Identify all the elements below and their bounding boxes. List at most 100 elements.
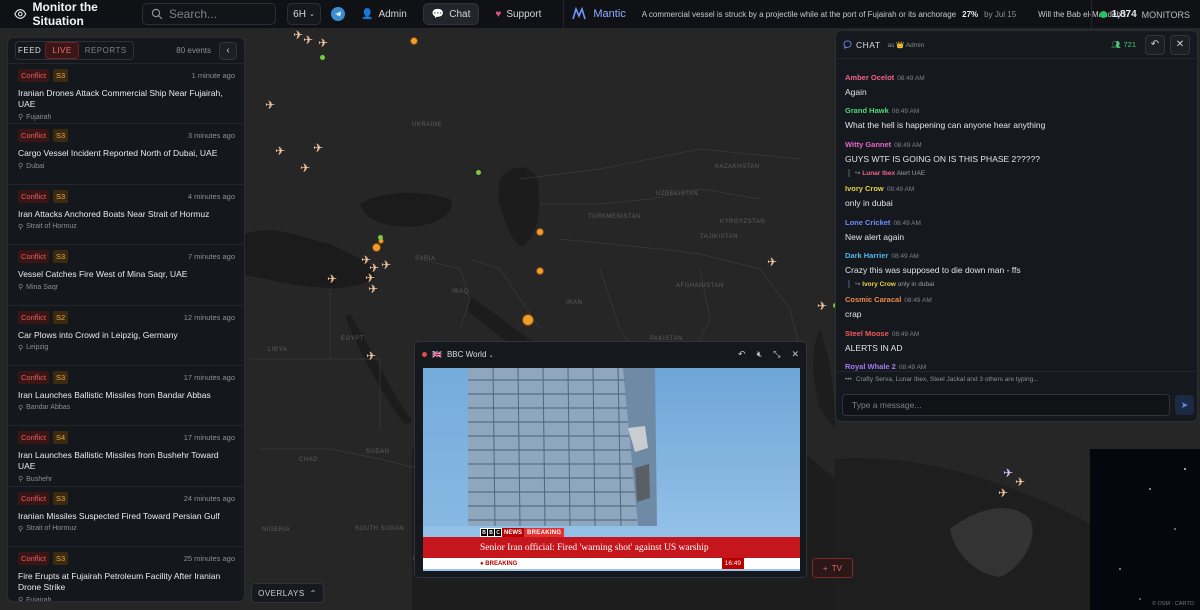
add-tv-button[interactable]: + TV [812,558,853,578]
event-meta: Conflict S2 12 minutes ago [18,310,235,324]
status-marker[interactable] [378,235,383,240]
message-author[interactable]: Ivory Crow [845,184,884,193]
feed-event-item[interactable]: Conflict S2 12 minutes ago Car Plows into C… [8,306,244,366]
aircraft-icon[interactable]: ✈ [381,259,391,271]
event-marker[interactable] [410,37,418,45]
mantic-logo-icon [572,7,587,20]
refresh-chat-button[interactable]: ↶ [1145,34,1165,55]
aircraft-icon[interactable]: ✈ [318,37,328,49]
event-marker[interactable] [372,243,381,252]
event-meta: Conflict S3 7 minutes ago [18,250,235,264]
search-input[interactable] [169,7,269,21]
time-range-select[interactable]: 6H ⌄ [287,3,321,25]
feed-event-item[interactable]: Conflict S3 25 minutes ago Fire Erupts at F… [8,547,244,602]
message-author[interactable]: Cosmic Caracal [845,295,901,304]
close-chat-button[interactable]: ✕ [1170,34,1190,55]
mute-icon[interactable]: 🔇︎ [757,349,763,360]
app-brand[interactable]: Monitor the Situation [0,0,140,28]
event-marker[interactable] [536,267,544,275]
feed-event-item[interactable]: Conflict S3 4 minutes ago Iran Attacks Anch… [8,185,244,246]
aircraft-icon[interactable]: ✈ [265,99,275,111]
tv-video[interactable]: BBC NEWS BREAKING Senior Iran official: … [423,368,800,571]
news-tag: NEWS [502,528,524,537]
event-location-name: Leipzig [26,344,49,352]
chat-label: Chat [449,8,471,20]
message-text: What the hell is happening can anyone he… [845,120,1046,131]
aircraft-icon[interactable]: ✈ [998,487,1008,499]
event-marker[interactable] [536,228,544,236]
message-author[interactable]: Steel Moose [845,329,889,338]
feed-event-item[interactable]: Conflict S3 17 minutes ago Iran Launches Ba… [8,366,244,427]
message-compose[interactable] [842,394,1170,416]
aircraft-icon[interactable]: ✈ [313,142,323,154]
event-title: Fire Erupts at Fujairah Petroleum Facili… [18,571,221,593]
online-dot-icon [1099,11,1107,18]
event-location-name: Fujairah [26,596,52,602]
uk-flag-icon: 🇬🇧 [432,349,442,359]
aircraft-icon[interactable]: ✈ [293,29,303,41]
support-button[interactable]: ♥ Support [487,3,549,25]
feed-event-item[interactable]: Conflict S3 3 minutes ago Cargo Vessel Inci… [8,124,244,185]
feed-event-item[interactable]: Conflict S3 7 minutes ago Vessel Catches Fi… [8,245,244,306]
send-button[interactable]: ➤ [1175,395,1194,415]
aircraft-icon[interactable]: ✈ [368,283,378,295]
event-title: Vessel Catches Fire West of Mina Saqr, U… [18,269,188,280]
aircraft-icon[interactable]: ✈ [300,162,310,174]
app-root: KAZAKHSTAN UZBEKISTAN TURKMENISTAN KYRGYZST… [0,0,1200,610]
reply-text: Alert UAE [896,170,926,178]
message-author[interactable]: Grand Hawk [845,106,889,115]
aircraft-icon[interactable]: ✈ [1015,476,1025,488]
time-range-value: 6H [293,8,306,20]
status-marker[interactable] [476,170,481,175]
event-location-name: Dubai [26,162,45,170]
minimize-icon[interactable]: ⤡ [773,349,780,360]
telegram-icon[interactable] [331,7,345,21]
event-location-name: Bandar Abbas [26,404,71,412]
overlays-button[interactable]: OVERLAYS ⌃ [251,583,324,603]
broadcast-clock: 16:49 [721,558,744,569]
tv-channel-select[interactable]: BBC World ⌄ [447,350,494,359]
event-meta: Conflict S3 1 minute ago [18,69,235,82]
category-badge: Conflict [18,491,50,505]
chat-button[interactable]: 💬 Chat [422,3,480,25]
event-time: 17 minutes ago [183,372,235,382]
country-label: UZBEKISTAN [656,191,699,197]
aircraft-icon[interactable]: ✈ [275,145,285,157]
feed-event-item[interactable]: Conflict S3 1 minute ago Iranian Drones Att… [8,64,244,125]
chat-message: Lone Cricket 08:49 AM New alert again [845,214,1190,242]
undo-icon[interactable]: ↶ [738,349,746,360]
feed-event-item[interactable]: Conflict S3 24 minutes ago Iranian Missiles… [8,487,244,548]
aircraft-icon[interactable]: ✈ [817,300,827,312]
message-text: crap [845,309,862,320]
event-location: ⚲ Fujairah [18,596,235,602]
category-badge: Conflict [18,189,50,203]
aircraft-icon[interactable]: ✈ [327,273,337,285]
ticker-item-when: by Jul 15 [984,9,1017,19]
aircraft-icon[interactable]: ✈ [303,34,313,46]
collapse-panel-button[interactable]: ‹ [219,41,237,60]
chat-message: ↪ Ivory Crow only in dubai Cosmic Caracal… [845,280,1190,319]
chevron-down-icon: ⌄ [308,11,315,18]
tab-live[interactable]: LIVE [45,42,79,59]
search-box[interactable] [142,3,276,25]
message-author[interactable]: Amber Ocelot [845,73,894,82]
status-marker[interactable] [320,55,325,60]
message-author[interactable]: Witty Gannet [845,140,891,149]
admin-button[interactable]: 👤 Admin [353,3,415,25]
message-input[interactable] [843,395,1169,415]
aircraft-icon[interactable]: ✈ [366,350,376,362]
prediction-ticker[interactable]: A commercial vessel is struck by a proje… [636,10,1126,19]
chat-message: Dark Harrier 08:49 AM Crazy this was suppo… [845,247,1190,275]
aircraft-icon[interactable]: ✈ [767,256,777,268]
feed-event-item[interactable]: Conflict S4 17 minutes ago Iran Launches Ba… [8,426,244,487]
tab-reports[interactable]: REPORTS [79,43,133,58]
aircraft-icon[interactable]: ✈ [1003,467,1013,479]
message-author[interactable]: Royal Whale 2 [845,362,896,371]
event-marker[interactable] [522,314,534,326]
message-author[interactable]: Dark Harrier [845,251,888,260]
message-author[interactable]: Lone Cricket [845,218,890,227]
mantic-link[interactable]: Mantic [563,0,626,28]
close-icon[interactable]: ✕ [791,349,799,360]
event-title: Cargo Vessel Incident Reported North of … [18,148,218,159]
event-time: 17 minutes ago [183,433,235,443]
